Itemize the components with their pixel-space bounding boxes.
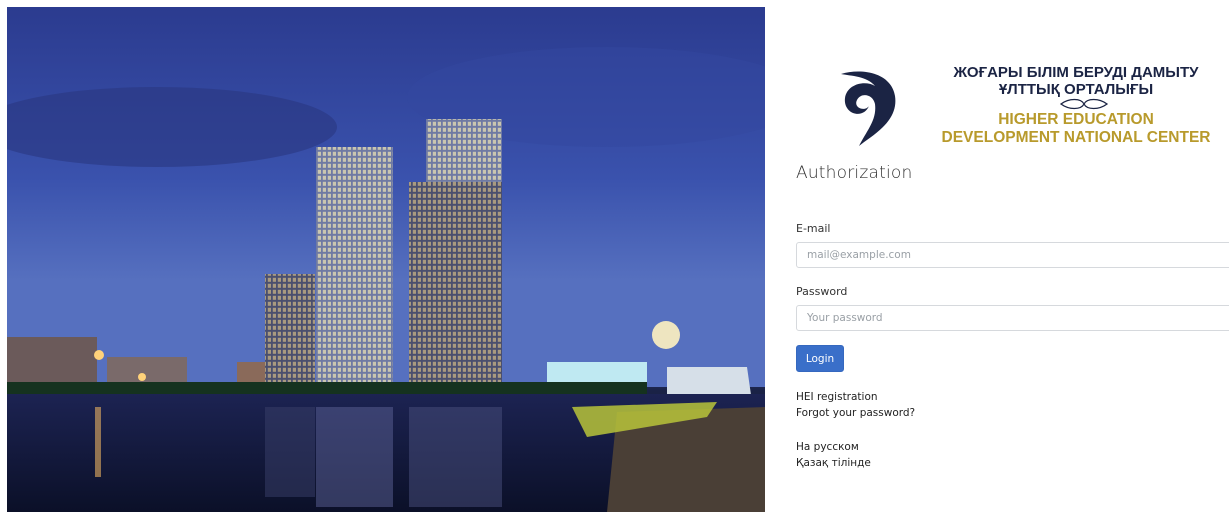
organization-logo: ЖОҒАРЫ БІЛІМ БЕРУДІ ДАМЫТУ ҰЛТТЫҚ ОРТАЛЫ… [831,62,1229,152]
infinity-divider-icon [1059,98,1109,110]
city-photo [7,7,765,512]
email-field[interactable] [796,242,1229,268]
language-kazakh-link[interactable]: Қазақ тілінде [796,457,871,469]
password-field[interactable] [796,305,1229,331]
hei-registration-link[interactable]: HEI registration [796,391,878,403]
page-title: Authorization [796,163,913,183]
password-label: Password [796,285,848,298]
logo-title-kz-line1: ЖОҒАРЫ БІЛІМ БЕРУДІ ДАМЫТУ [953,64,1199,81]
swirl-logo-icon [841,71,896,146]
forgot-password-link[interactable]: Forgot your password? [796,407,915,419]
logo-title-en-line2: DEVELOPMENT NATIONAL CENTER [941,129,1211,146]
login-button[interactable]: Login [796,345,844,372]
email-label: E-mail [796,222,831,235]
logo-title-kz-line2: ҰЛТТЫҚ ОРТАЛЫҒЫ [998,81,1154,98]
login-panel: ЖОҒАРЫ БІЛІМ БЕРУДІ ДАМЫТУ ҰЛТТЫҚ ОРТАЛЫ… [796,0,1229,512]
logo-title-en-line1: HIGHER EDUCATION [998,111,1154,128]
language-russian-link[interactable]: На русском [796,441,859,453]
